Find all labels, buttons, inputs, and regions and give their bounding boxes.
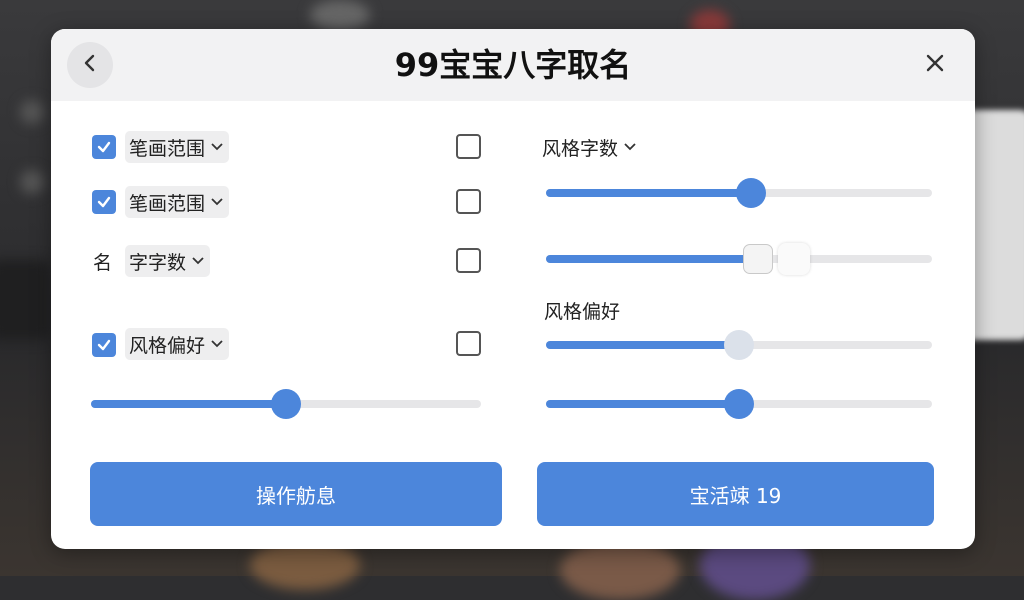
stroke-range-dropdown-1[interactable]: 笔画范围 (125, 131, 230, 163)
dropdown-label: 笔画范围 (129, 137, 206, 160)
slider-thumb[interactable] (743, 244, 774, 274)
slider-thumb-ghost (778, 243, 811, 275)
stroke-range-dropdown-2[interactable]: 笔画范围 (125, 186, 230, 218)
right-slider-1[interactable] (546, 178, 932, 208)
right-slider-2[interactable] (546, 243, 932, 275)
left-action-button[interactable]: 操作舫息 (90, 462, 502, 526)
row2-checkbox[interactable] (92, 190, 116, 214)
background-decor (20, 100, 44, 124)
style-preference-label: 风格偏好 (544, 301, 621, 323)
background-decor (0, 260, 50, 340)
row3-right-checkbox[interactable] (456, 248, 481, 273)
row2-right-checkbox[interactable] (456, 189, 481, 214)
background-decor (310, 0, 370, 30)
dialog-header: 99宝宝八字取名 (51, 29, 975, 101)
close-button[interactable] (915, 45, 955, 85)
slider-fill (546, 189, 751, 197)
style-preference-dropdown[interactable]: 风格偏好 (125, 328, 230, 360)
slider-fill (546, 341, 739, 349)
row4-right-checkbox[interactable] (456, 331, 481, 356)
dropdown-label: 风格偏好 (129, 334, 206, 357)
slider-thumb[interactable] (724, 389, 754, 419)
check-icon (97, 339, 111, 351)
dropdown-label: 笔画范围 (129, 192, 206, 215)
close-icon (925, 53, 945, 77)
right-slider-4[interactable] (546, 389, 932, 419)
row1-checkbox[interactable] (92, 135, 116, 159)
dropdown-label: 字字数 (129, 251, 187, 274)
chevron-down-icon (624, 143, 636, 151)
check-icon (97, 196, 111, 208)
right-action-button[interactable]: 宝活竦 19 (537, 462, 934, 526)
row4-checkbox[interactable] (92, 333, 116, 357)
style-char-count-dropdown[interactable]: 风格字数 (540, 131, 642, 163)
back-button[interactable] (67, 42, 113, 88)
dialog-title: 99宝宝八字取名 (394, 46, 632, 84)
row1-right-checkbox[interactable] (456, 134, 481, 159)
check-icon (97, 141, 111, 153)
slider-fill (546, 400, 739, 408)
slider-thumb[interactable] (271, 389, 301, 419)
chevron-down-icon (211, 340, 223, 348)
chevron-down-icon (211, 198, 223, 206)
slider-thumb[interactable] (735, 178, 766, 208)
chevron-down-icon (211, 143, 223, 151)
background-decor (20, 170, 44, 194)
chevron-down-icon (192, 257, 204, 265)
naming-dialog: 99宝宝八字取名 笔画范围 笔画范围 名 字字数 风格偏好 风格字数 风格偏好 … (51, 29, 975, 549)
slider-fill (91, 400, 286, 408)
slider-fill (546, 255, 759, 263)
slider-thumb[interactable] (724, 330, 754, 360)
right-slider-3[interactable] (546, 330, 932, 360)
chevron-left-icon (80, 53, 100, 77)
char-count-dropdown[interactable]: 字字数 (125, 245, 211, 277)
left-slider[interactable] (91, 389, 481, 419)
background-decor (560, 540, 680, 600)
name-prefix-label: 名 (93, 252, 113, 274)
dropdown-label: 风格字数 (542, 137, 619, 160)
